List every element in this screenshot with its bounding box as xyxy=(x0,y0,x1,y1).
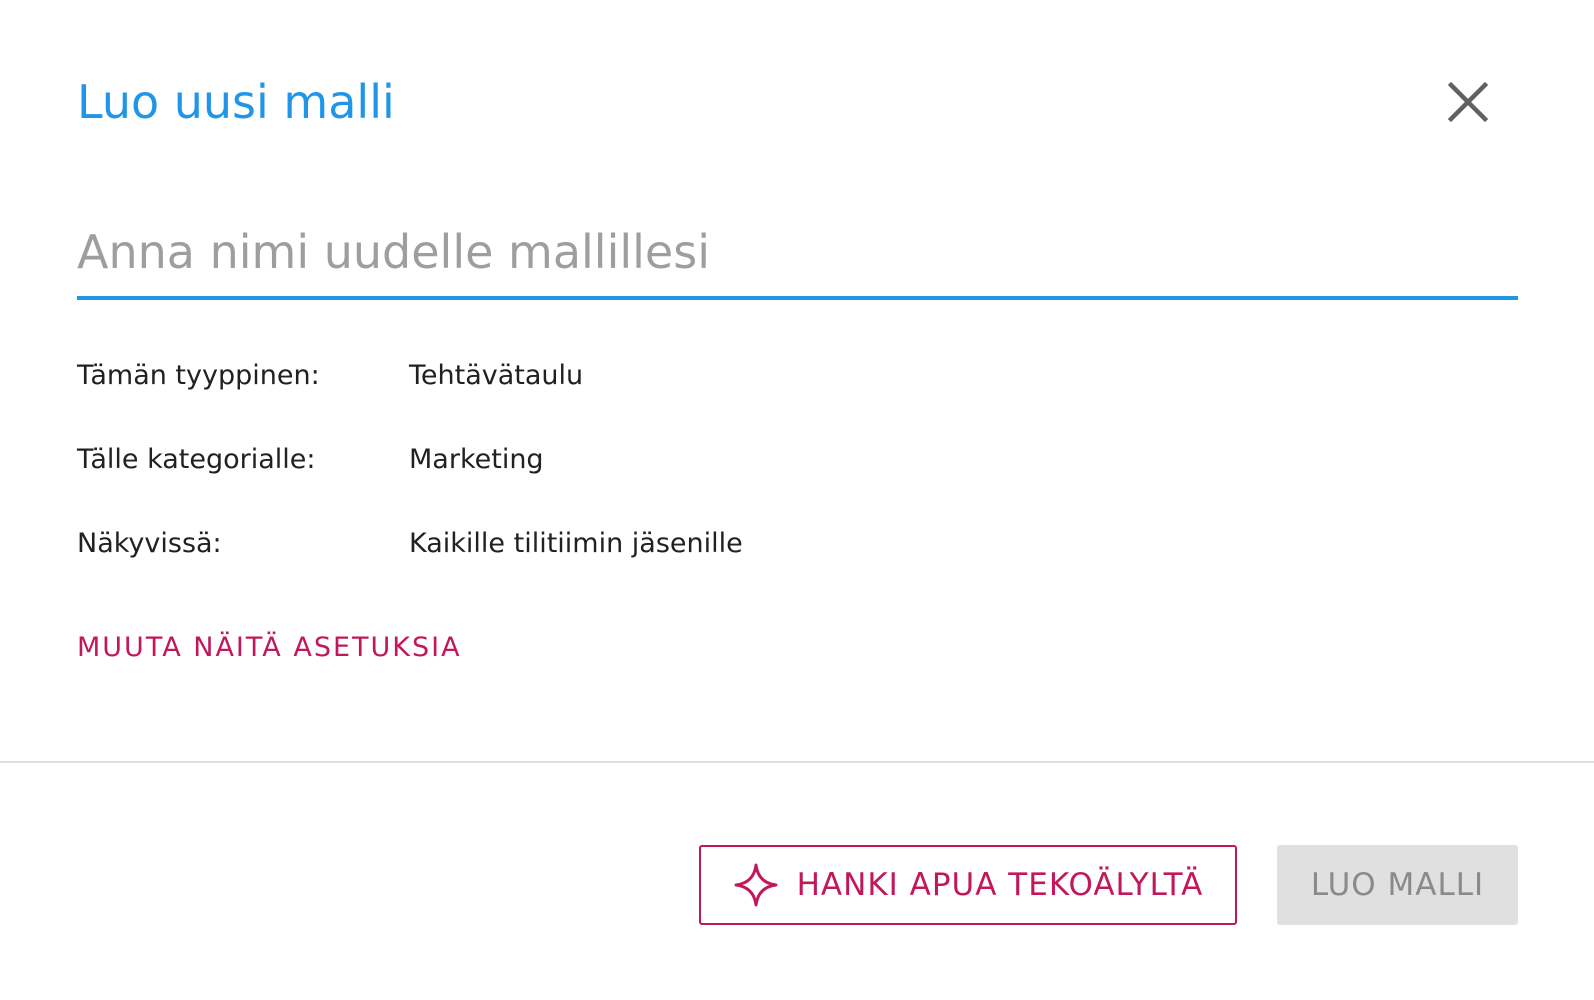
ai-help-button-label: HANKI APUA TEKOÄLYLTÄ xyxy=(796,867,1204,903)
setting-value-visibility: Kaikille tilitiimin jäsenille xyxy=(409,528,743,559)
create-template-dialog: Luo uusi malli Tämän tyyppinen: Tehtävät… xyxy=(0,0,1594,1000)
close-icon xyxy=(1447,81,1489,123)
sparkle-icon xyxy=(734,863,778,907)
template-name-input[interactable] xyxy=(77,212,1518,292)
close-button[interactable] xyxy=(1446,80,1490,124)
setting-value-category: Marketing xyxy=(409,444,544,475)
setting-label-type: Tämän tyyppinen: xyxy=(77,360,320,391)
create-template-button-label: LUO MALLI xyxy=(1310,867,1485,903)
create-template-button[interactable]: LUO MALLI xyxy=(1277,845,1518,925)
ai-help-button[interactable]: HANKI APUA TEKOÄLYLTÄ xyxy=(699,845,1237,925)
change-settings-link[interactable]: MUUTA NÄITÄ ASETUKSIA xyxy=(77,632,462,663)
footer-divider xyxy=(0,761,1594,763)
template-name-field xyxy=(77,212,1518,300)
setting-label-visibility: Näkyvissä: xyxy=(77,528,222,559)
setting-value-type: Tehtävätaulu xyxy=(409,360,584,391)
setting-label-category: Tälle kategorialle: xyxy=(77,444,316,475)
dialog-title: Luo uusi malli xyxy=(77,75,395,129)
